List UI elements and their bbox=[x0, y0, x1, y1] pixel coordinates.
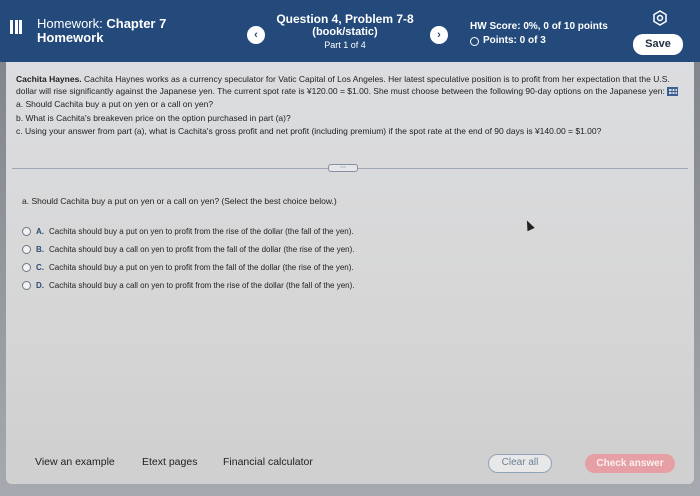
option-text: Cachita should buy a call on yen to prof… bbox=[49, 244, 355, 254]
hw-score: HW Score: 0%, 0 of 10 points bbox=[470, 21, 608, 32]
question-prompt: a. Should Cachita buy a put on yen or a … bbox=[22, 196, 337, 206]
problem-part-c: c. Using your answer from part (a), what… bbox=[16, 126, 602, 136]
financial-calculator-link[interactable]: Financial calculator bbox=[223, 456, 313, 468]
problem-name: Cachita Haynes. bbox=[16, 74, 82, 84]
points-value: Points: 0 of 3 bbox=[483, 35, 546, 46]
screen-frame: Homework: Chapter 7 Homework ‹ Question … bbox=[0, 0, 700, 496]
question-info: Question 4, Problem 7-8 (book/static) Pa… bbox=[270, 13, 420, 52]
next-question-button[interactable]: › bbox=[430, 26, 448, 44]
option-text: Cachita should buy a put on yen to profi… bbox=[49, 262, 354, 272]
part-indicator: Part 1 of 4 bbox=[324, 40, 366, 50]
option-b[interactable]: B. Cachita should buy a call on yen to p… bbox=[22, 240, 355, 258]
menu-icon[interactable] bbox=[10, 20, 22, 36]
option-letter: C. bbox=[36, 262, 44, 272]
problem-statement: Cachita Haynes. Cachita Haynes works as … bbox=[16, 74, 686, 140]
header-bar: Homework: Chapter 7 Homework ‹ Question … bbox=[0, 0, 700, 62]
check-answer-button[interactable]: Check answer bbox=[585, 454, 675, 473]
title-prefix: Homework: bbox=[37, 16, 107, 31]
previous-question-button[interactable]: ‹ bbox=[247, 26, 265, 44]
score-panel: HW Score: 0%, 0 of 10 points Points: 0 o… bbox=[470, 20, 608, 48]
option-c[interactable]: C. Cachita should buy a put on yen to pr… bbox=[22, 258, 355, 276]
save-button[interactable]: Save bbox=[633, 34, 683, 55]
problem-part-b: b. What is Cachita's breakeven price on … bbox=[16, 112, 291, 123]
option-letter: D. bbox=[36, 280, 44, 290]
progress-ring-icon bbox=[470, 36, 479, 46]
radio-button[interactable] bbox=[22, 280, 31, 290]
option-text: Cachita should buy a call on yen to prof… bbox=[49, 280, 355, 290]
etext-pages-link[interactable]: Etext pages bbox=[142, 456, 197, 468]
title-subtitle: Homework bbox=[37, 30, 104, 45]
option-letter: B. bbox=[36, 244, 44, 254]
problem-text: Cachita Haynes works as a currency specu… bbox=[16, 74, 670, 96]
option-text: Cachita should buy a put on yen to profi… bbox=[49, 226, 354, 236]
question-title: Question 4, Problem 7-8 bbox=[276, 12, 414, 26]
assignment-title: Homework: Chapter 7 Homework bbox=[37, 17, 166, 45]
option-a[interactable]: A. Cachita should buy a put on yen to pr… bbox=[22, 222, 355, 240]
gear-icon[interactable] bbox=[652, 10, 668, 26]
data-table-icon[interactable] bbox=[667, 86, 679, 96]
view-example-link[interactable]: View an example bbox=[35, 456, 115, 468]
radio-button[interactable] bbox=[22, 262, 31, 272]
clear-all-button[interactable]: Clear all bbox=[488, 454, 552, 473]
expand-toggle[interactable]: ⋯ bbox=[328, 164, 358, 172]
title-chapter: Chapter 7 bbox=[106, 16, 167, 31]
question-content: Cachita Haynes. Cachita Haynes works as … bbox=[6, 62, 694, 484]
option-d[interactable]: D. Cachita should buy a call on yen to p… bbox=[22, 276, 355, 294]
problem-part-a: a. Should Cachita buy a put on yen or a … bbox=[16, 99, 214, 109]
chevron-left-icon: ‹ bbox=[254, 29, 258, 41]
question-subtitle: (book/static) bbox=[312, 26, 378, 38]
chevron-right-icon: › bbox=[437, 29, 441, 41]
option-letter: A. bbox=[36, 226, 44, 236]
radio-button[interactable] bbox=[22, 226, 31, 236]
answer-options: A. Cachita should buy a put on yen to pr… bbox=[22, 222, 355, 294]
radio-button[interactable] bbox=[22, 244, 31, 254]
